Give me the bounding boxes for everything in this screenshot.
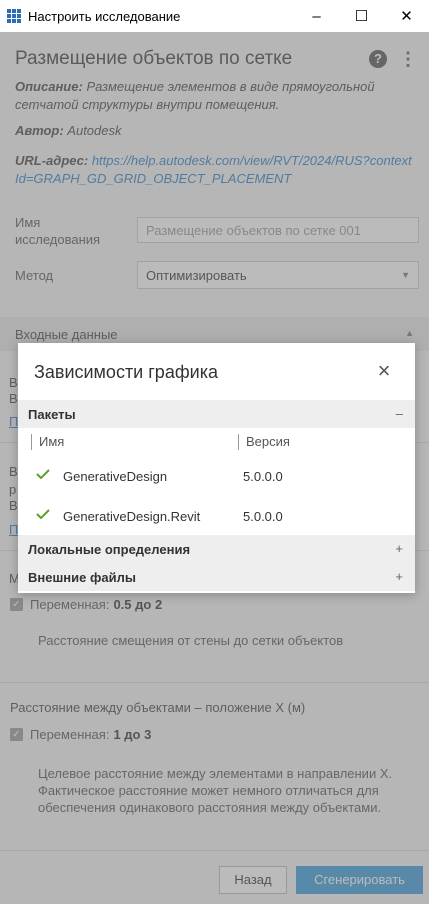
package-row: GenerativeDesign.Revit 5.0.0.0 <box>18 500 415 534</box>
partial-link[interactable]: П <box>9 414 18 430</box>
packages-section-label: Пакеты <box>28 407 76 422</box>
author: Автор: Autodesk <box>15 123 122 138</box>
window-titlebar: Настроить исследование – ☐ ✕ <box>0 0 429 32</box>
method-value: Оптимизировать <box>146 268 247 283</box>
check-icon <box>36 469 50 479</box>
method-select[interactable]: Оптимизировать ▼ <box>137 261 419 289</box>
back-button[interactable]: Назад <box>219 866 287 894</box>
param1-range: 0.5 до 2 <box>113 597 163 612</box>
expand-icon[interactable]: + <box>395 541 403 556</box>
partial-text: В <box>9 391 18 406</box>
param1-help: Расстояние смещения от стены до сетки об… <box>38 633 344 648</box>
description: Описание: Размещение элементов в виде пр… <box>15 78 415 114</box>
chevron-up-icon: ▲ <box>405 328 414 338</box>
help-icon[interactable]: ? <box>369 50 387 68</box>
package-row: GenerativeDesign 5.0.0.0 <box>18 460 415 494</box>
collapse-icon[interactable]: – <box>396 406 403 421</box>
partial-link[interactable]: П <box>9 522 18 538</box>
column-header-name[interactable]: Имя <box>31 434 64 450</box>
checkbox-checked-icon: ✓ <box>10 728 23 741</box>
minimize-button[interactable]: – <box>294 0 339 32</box>
inputs-section-label: Входные данные <box>15 327 118 342</box>
url-block: URL-адрес: https://help.autodesk.com/vie… <box>15 152 415 188</box>
maximize-button[interactable]: ☐ <box>339 0 384 32</box>
study-name-label: Имя исследования <box>15 215 101 247</box>
param1-variable-label: Переменная: <box>30 597 110 612</box>
generate-button[interactable]: Сгенерировать <box>296 866 423 894</box>
package-name: GenerativeDesign <box>63 469 168 484</box>
method-label: Метод <box>15 268 54 283</box>
study-name-input[interactable]: Размещение объектов по сетке 001 <box>137 217 419 243</box>
dialog-title: Зависимости графика <box>34 362 218 382</box>
study-title: Размещение объектов по сетке <box>15 48 293 69</box>
param2-title: Расстояние между объектами – положение X… <box>10 700 306 715</box>
package-version: 5.0.0.0 <box>243 469 283 484</box>
close-icon[interactable]: × <box>375 360 393 382</box>
chevron-down-icon: ▼ <box>401 270 410 280</box>
package-name: GenerativeDesign.Revit <box>63 509 201 524</box>
author-value: Autodesk <box>67 123 122 138</box>
expand-icon[interactable]: + <box>395 569 403 584</box>
partial-text: В <box>9 375 18 390</box>
checkbox-checked-icon: ✓ <box>10 598 23 611</box>
package-version: 5.0.0.0 <box>243 509 283 524</box>
close-window-button[interactable]: ✕ <box>384 0 429 32</box>
param2-variable-label: Переменная: <box>30 727 110 742</box>
footer-bar: Назад Сгенерировать <box>0 850 429 904</box>
partial-text: В <box>9 498 18 513</box>
url-label: URL-адрес: <box>15 153 89 168</box>
check-icon <box>36 509 50 519</box>
external-files-label: Внешние файлы <box>28 570 136 585</box>
external-files-section-header[interactable]: Внешние файлы + <box>18 563 415 591</box>
local-definitions-label: Локальные определения <box>28 542 191 557</box>
more-options-icon[interactable]: ⋮ <box>399 49 417 69</box>
partial-text: В <box>9 464 18 479</box>
param2-help: Целевое расстояние между элементами в на… <box>38 766 393 815</box>
param1-variable-checkbox[interactable]: ✓ Переменная: 0.5 до 2 <box>10 597 162 612</box>
author-label: Автор: <box>15 123 64 138</box>
param2-range: 1 до 3 <box>113 727 152 742</box>
partial-text: р <box>9 482 17 497</box>
app-grid-icon <box>7 9 21 23</box>
divider <box>0 682 429 683</box>
local-definitions-section-header[interactable]: Локальные определения + <box>18 535 415 563</box>
window-title: Настроить исследование <box>28 8 181 24</box>
description-label: Описание: <box>15 79 83 94</box>
param2-variable-checkbox[interactable]: ✓ Переменная: 1 до 3 <box>10 727 151 742</box>
graph-dependencies-dialog: Зависимости графика × Пакеты – Имя Верси… <box>18 343 415 593</box>
column-header-version[interactable]: Версия <box>238 434 290 450</box>
packages-section-header[interactable]: Пакеты – <box>18 400 415 428</box>
